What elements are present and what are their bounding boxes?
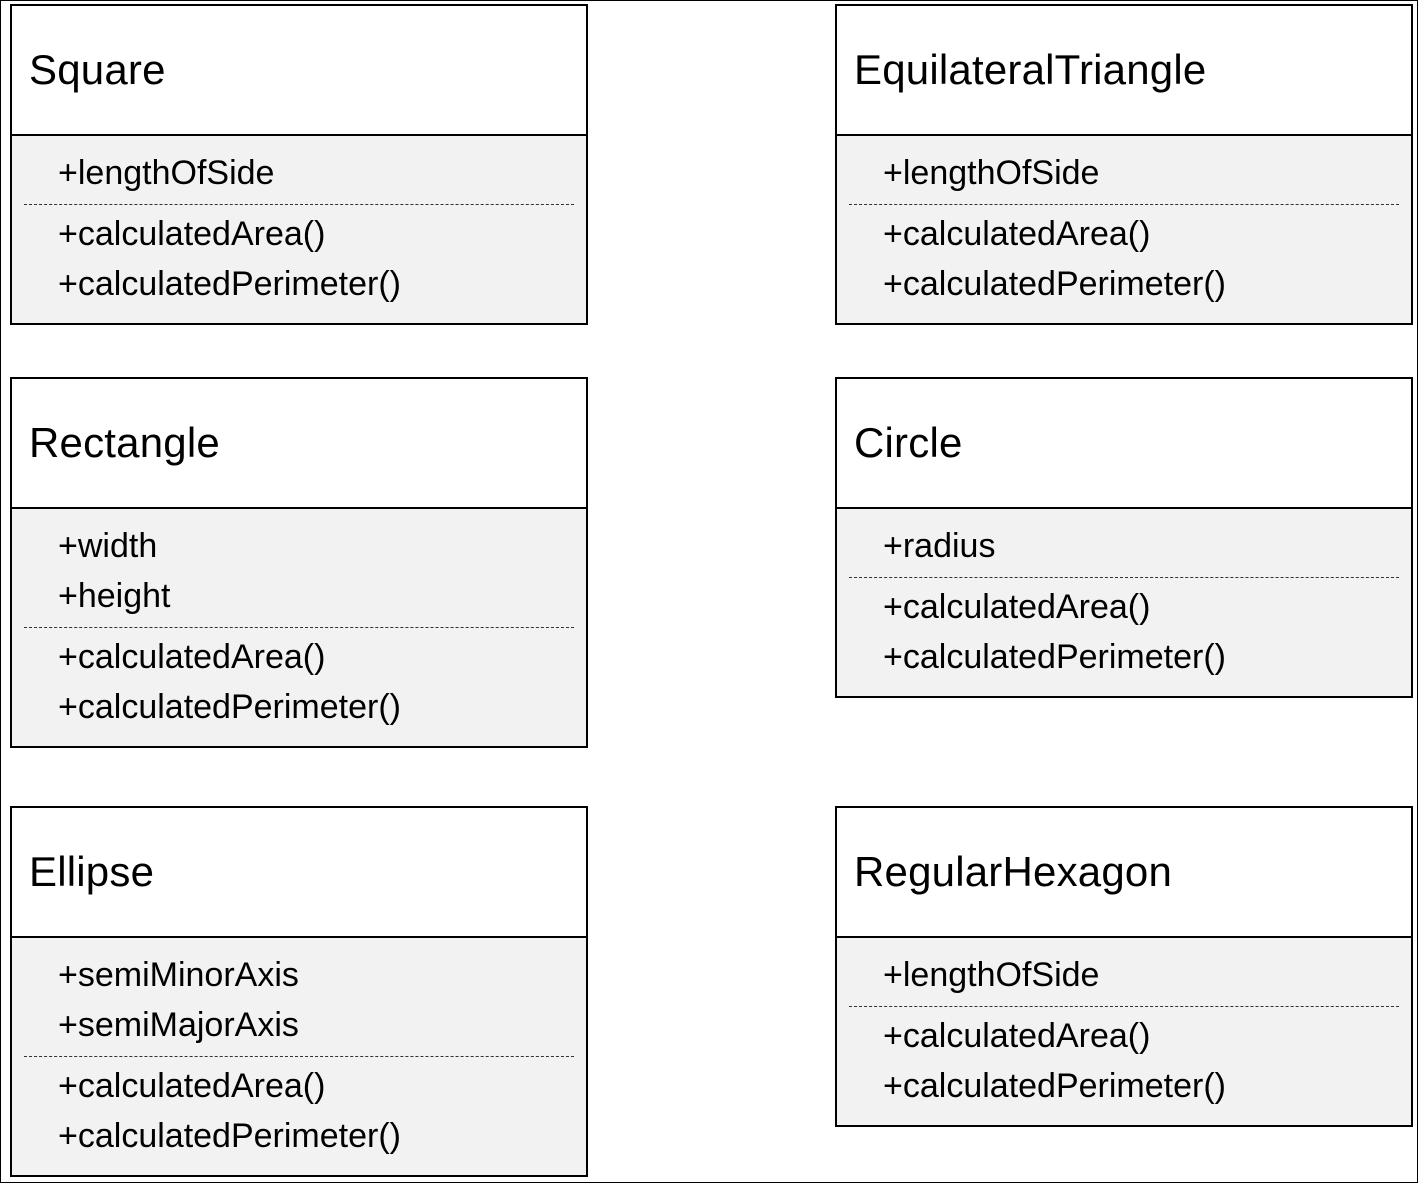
class-operation: +calculatedPerimeter(): [883, 638, 1226, 676]
class-box-regular-hexagon[interactable]: RegularHexagon +lengthOfSide +calculatedAr…: [835, 806, 1413, 1127]
compartment-separator: [849, 577, 1399, 578]
compartment-separator: [24, 204, 574, 205]
compartment-separator: [849, 1006, 1399, 1007]
class-operation: +calculatedArea(): [883, 215, 1151, 253]
class-name: Circle: [854, 419, 963, 466]
class-operation: +calculatedPerimeter(): [883, 265, 1226, 303]
class-box-square[interactable]: Square +lengthOfSide +calculatedArea() +cal…: [10, 4, 588, 325]
class-operation: +calculatedArea(): [883, 1017, 1151, 1055]
class-name: Square: [29, 46, 166, 93]
compartment-separator: [849, 204, 1399, 205]
class-operation: +calculatedPerimeter(): [883, 1067, 1226, 1105]
class-body: +lengthOfSide +calculatedArea() +calculate…: [837, 136, 1411, 323]
class-attribute: +lengthOfSide: [58, 154, 275, 192]
class-header: Ellipse: [12, 808, 586, 938]
class-box-rectangle[interactable]: Rectangle +width +height +calculatedArea() +…: [10, 377, 588, 748]
class-header: EquilateralTriangle: [837, 6, 1411, 136]
class-header: Rectangle: [12, 379, 586, 509]
class-attribute: +height: [58, 577, 171, 615]
class-name: EquilateralTriangle: [854, 46, 1207, 93]
class-attribute: +lengthOfSide: [883, 956, 1100, 994]
class-header: Circle: [837, 379, 1411, 509]
class-body: +lengthOfSide +calculatedArea() +calculate…: [12, 136, 586, 323]
class-operation: +calculatedArea(): [58, 215, 326, 253]
class-attribute: +semiMinorAxis: [58, 956, 299, 994]
class-box-equilateral-triangle[interactable]: EquilateralTriangle +lengthOfSide +calcula…: [835, 4, 1413, 325]
class-header: Square: [12, 6, 586, 136]
class-body: +lengthOfSide +calculatedArea() +calculate…: [837, 938, 1411, 1125]
class-body: +radius +calculatedArea() +calculatedPerim…: [837, 509, 1411, 696]
class-operation: +calculatedArea(): [58, 638, 326, 676]
class-operation: +calculatedPerimeter(): [58, 265, 401, 303]
class-operation: +calculatedPerimeter(): [58, 1117, 401, 1155]
class-operation: +calculatedArea(): [58, 1067, 326, 1105]
class-name: Ellipse: [29, 848, 155, 895]
class-name: RegularHexagon: [854, 848, 1173, 895]
compartment-separator: [24, 627, 574, 628]
class-attribute: +radius: [883, 527, 996, 565]
class-operation: +calculatedPerimeter(): [58, 688, 401, 726]
class-attribute: +semiMajorAxis: [58, 1006, 299, 1044]
class-attribute: +width: [58, 527, 158, 565]
class-box-circle[interactable]: Circle +radius +calculatedArea() +calculate…: [835, 377, 1413, 698]
class-box-ellipse[interactable]: Ellipse +semiMinorAxis +semiMajorAxis +calc…: [10, 806, 588, 1177]
class-attribute: +lengthOfSide: [883, 154, 1100, 192]
class-body: +semiMinorAxis +semiMajorAxis +calculatedA…: [12, 938, 586, 1175]
class-body: +width +height +calculatedArea() +calculate…: [12, 509, 586, 746]
class-operation: +calculatedArea(): [883, 588, 1151, 626]
class-name: Rectangle: [29, 419, 220, 466]
class-header: RegularHexagon: [837, 808, 1411, 938]
compartment-separator: [24, 1056, 574, 1057]
